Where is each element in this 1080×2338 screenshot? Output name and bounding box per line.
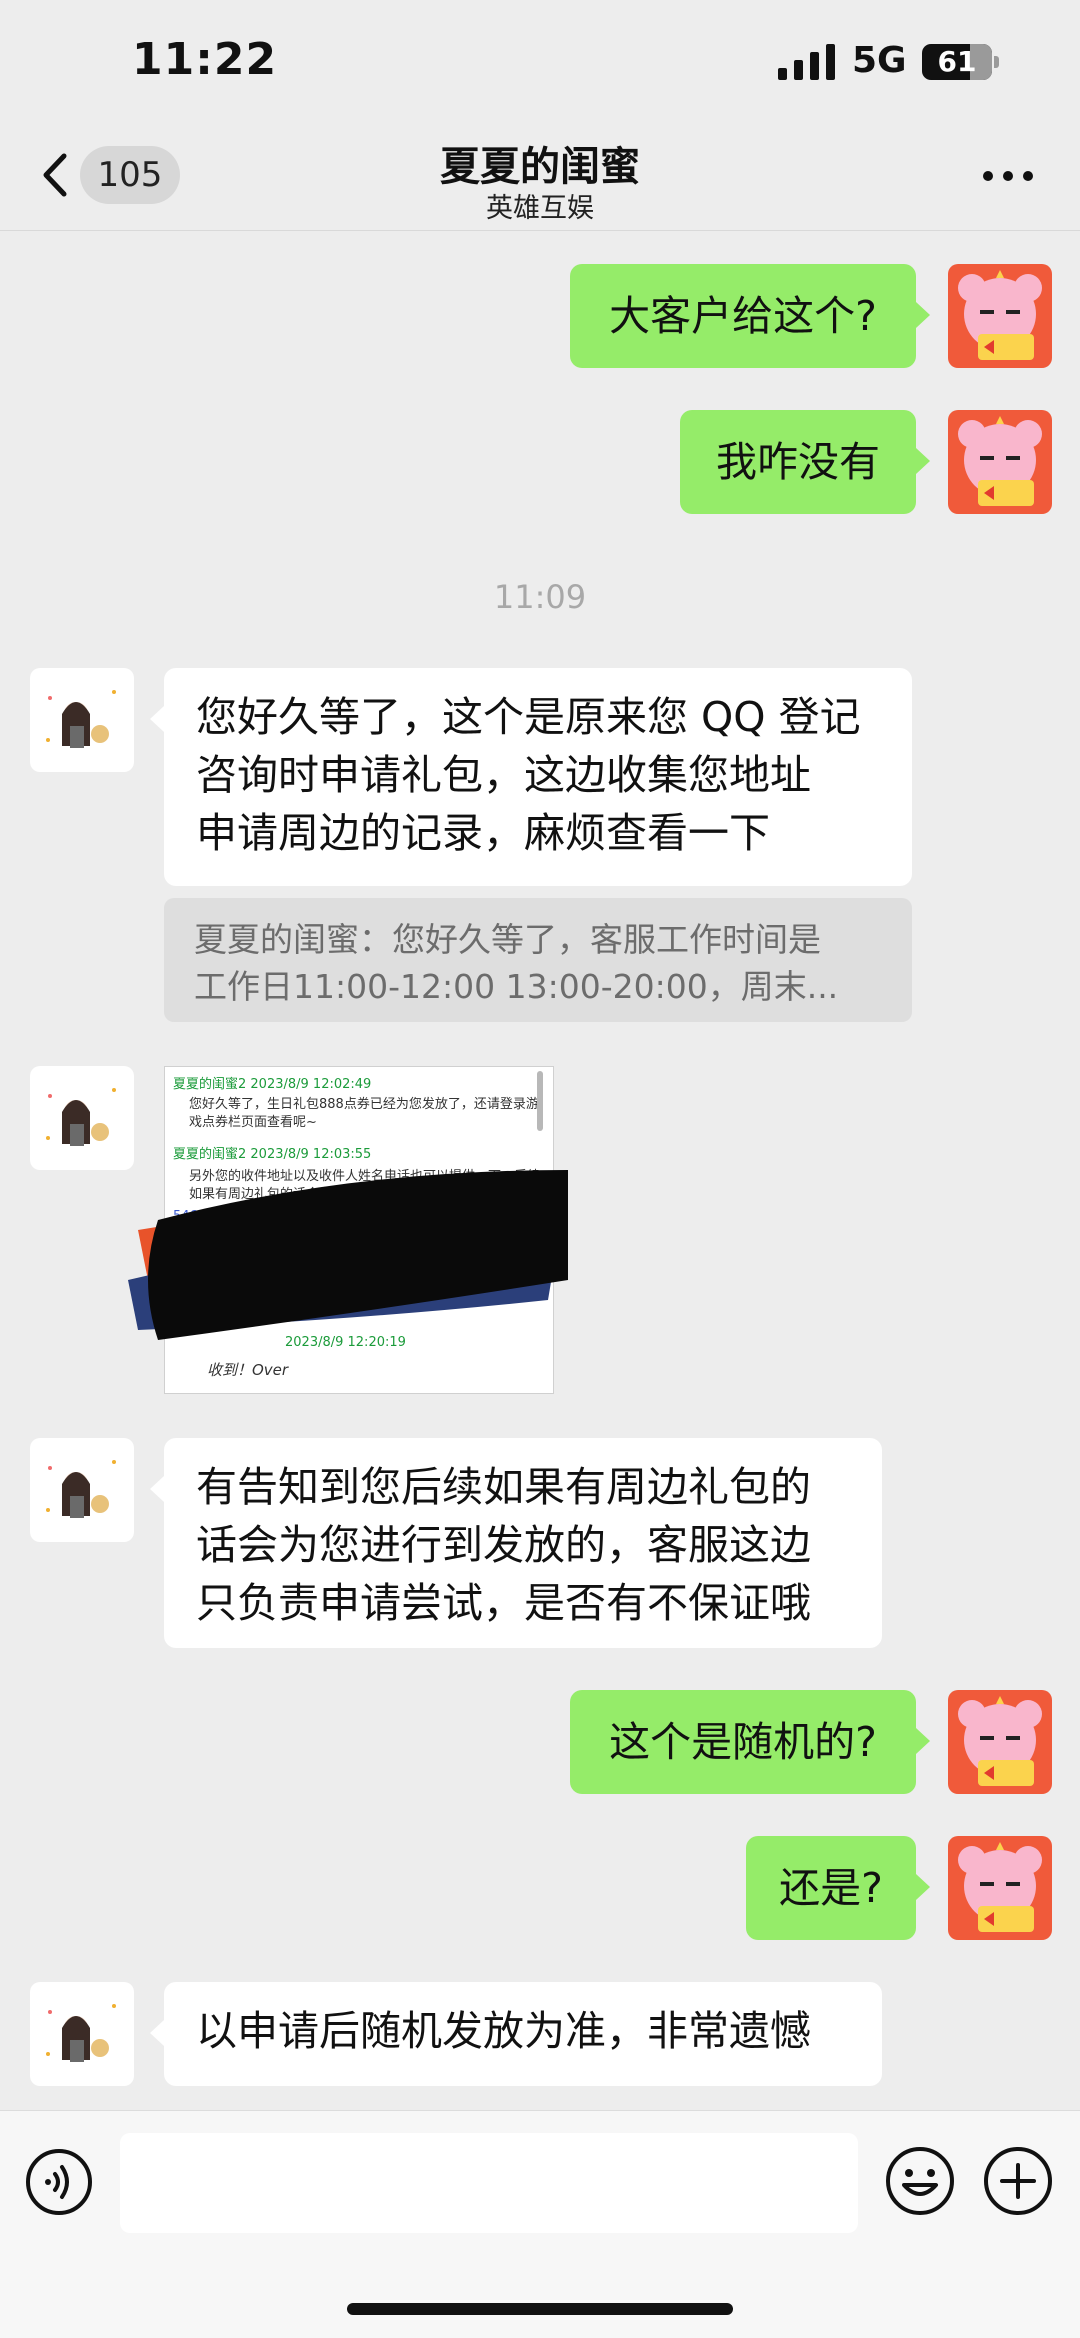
contact-avatar[interactable]: [30, 668, 134, 772]
quote-line: 工作日11:00-12:00 13:00-20:00，周末...: [194, 967, 839, 1006]
message-line: 以申请后随机发放为准，非常遗憾: [196, 2007, 811, 2055]
battery-level: 61: [937, 45, 977, 78]
chat-title: 夏夏的闺蜜: [440, 144, 640, 190]
home-indicator[interactable]: [347, 2303, 733, 2315]
my-message-bubble[interactable]: 我咋没有: [680, 410, 916, 514]
my-avatar[interactable]: [948, 264, 1052, 368]
my-message-bubble[interactable]: 大客户给这个?: [570, 264, 916, 368]
status-time: 11:22: [132, 34, 278, 85]
message-text: 我咋没有: [716, 438, 880, 486]
quote-line: 夏夏的闺蜜：您好久等了，客服工作时间是: [194, 920, 821, 959]
battery-icon: 61: [922, 44, 992, 80]
message-timestamp: 11:09: [493, 578, 587, 616]
image-text: 戏点券栏页面查看呢~: [189, 1115, 317, 1130]
image-scrollbar: [537, 1071, 543, 1131]
bubble-tail: [916, 448, 930, 474]
my-avatar[interactable]: [948, 410, 1052, 514]
bubble-tail: [150, 2020, 164, 2046]
message-text: 大客户给这个?: [609, 292, 877, 340]
message-text: 还是?: [779, 1864, 883, 1912]
redaction-scribble: [128, 1170, 568, 1340]
bubble-tail: [916, 1728, 930, 1754]
chat-subtitle: 英雄互娱: [486, 193, 594, 224]
my-message-bubble[interactable]: 还是?: [746, 1836, 916, 1940]
message-line: 话会为您进行到发放的，客服这边: [196, 1521, 811, 1569]
status-bar: 11:22 5G 61: [0, 0, 1080, 120]
contact-avatar[interactable]: [30, 1438, 134, 1542]
message-line: 咨询时申请礼包，这边收集您地址: [196, 751, 811, 799]
image-text: 收到！Over: [207, 1361, 289, 1379]
quoted-reply[interactable]: 夏夏的闺蜜：您好久等了，客服工作时间是 工作日11:00-12:00 13:00…: [164, 898, 912, 1022]
image-text: 夏夏的闺蜜2 2023/8/9 12:02:49: [173, 1077, 372, 1092]
voice-input-icon[interactable]: [24, 2147, 94, 2217]
chat-header: 105 夏夏的闺蜜 英雄互娱: [0, 120, 1080, 231]
message-input[interactable]: [120, 2133, 858, 2233]
bubble-tail: [150, 1476, 164, 1502]
message-line: 您好久等了，这个是原来您 QQ 登记: [196, 693, 861, 741]
message-line: 申请周边的记录，麻烦查看一下: [196, 809, 770, 857]
my-avatar[interactable]: [948, 1836, 1052, 1940]
input-bar: [0, 2110, 1080, 2338]
contact-message-bubble[interactable]: 有告知到您后续如果有周边礼包的 话会为您进行到发放的，客服这边 只负责申请尝试，…: [164, 1438, 882, 1648]
my-avatar[interactable]: [948, 1690, 1052, 1794]
network-type: 5G: [852, 40, 907, 81]
more-options-icon[interactable]: [982, 170, 1034, 182]
signal-icon: [778, 44, 835, 80]
contact-avatar[interactable]: [30, 1066, 134, 1170]
contact-avatar[interactable]: [30, 1982, 134, 2086]
image-text: 您好久等了，生日礼包888点券已经为您发放了，还请登录游: [189, 1097, 539, 1112]
message-line: 有告知到您后续如果有周边礼包的: [196, 1463, 811, 1511]
battery-tip: [994, 56, 999, 68]
message-line: 只负责申请尝试，是否有不保证哦: [196, 1579, 811, 1627]
bubble-tail: [150, 706, 164, 732]
bubble-tail: [916, 302, 930, 328]
contact-message-bubble[interactable]: 您好久等了，这个是原来您 QQ 登记 咨询时申请礼包，这边收集您地址 申请周边的…: [164, 668, 912, 886]
bubble-tail: [916, 1874, 930, 1900]
my-message-bubble[interactable]: 这个是随机的?: [570, 1690, 916, 1794]
contact-message-bubble[interactable]: 以申请后随机发放为准，非常遗憾: [164, 1982, 882, 2086]
plus-icon[interactable]: [982, 2145, 1054, 2217]
emoji-icon[interactable]: [884, 2145, 956, 2217]
message-text: 这个是随机的?: [609, 1718, 877, 1766]
